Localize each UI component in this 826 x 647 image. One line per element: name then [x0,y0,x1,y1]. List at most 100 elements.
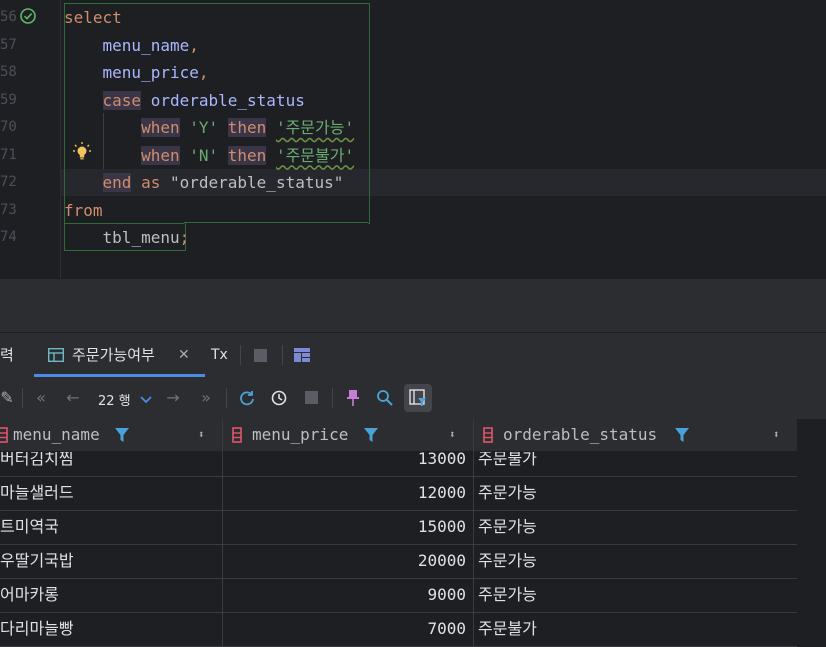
sort-icon[interactable]: ⬍ [773,419,780,451]
code-token: end [102,173,132,192]
check-circle-icon[interactable] [19,7,37,25]
code-line[interactable]: menu_price, [64,59,209,87]
line-number: 73 [0,201,17,218]
code-token: 'N' [189,145,219,165]
table-cell-menu-name[interactable]: 트미역국 [0,510,218,544]
table-cell-orderable-status[interactable]: 주문가능 [478,544,794,578]
code-line[interactable]: select [64,4,122,32]
code-token: 'Y' [189,118,219,137]
column-header-menu-price[interactable]: menu_price ⬍ [222,419,473,451]
table-row[interactable]: 마늘샐러드 12000 주문가능 [0,476,797,511]
grid-empty-area [797,419,826,647]
table-cell-menu-price[interactable]: 9000 [222,578,466,612]
edit-icon[interactable]: ✎ [0,385,20,411]
stop-icon[interactable] [254,349,267,362]
table-cell-menu-name[interactable]: 다리마늘빵 [0,612,218,646]
column-header-menu-name[interactable]: menu_name ⬍ [0,419,222,451]
table-cell-orderable-status[interactable]: 주문가능 [478,476,794,510]
search-icon[interactable] [376,389,394,407]
sql-editor[interactable]: 56 57 58 59 70 71 72 73 74 select menu_name, men… [0,0,826,278]
table-cell-menu-price[interactable]: 20000 [222,544,466,578]
line-number: 70 [0,119,17,135]
close-icon[interactable]: ✕ [178,333,190,377]
filter-icon[interactable] [364,428,378,442]
table-cell-menu-name[interactable]: 우딸기국밥 [0,544,218,578]
column-separator[interactable] [222,419,223,647]
pin-icon[interactable] [346,389,360,407]
filter-icon[interactable] [115,428,129,442]
code-token: , [189,35,199,55]
refresh-icon[interactable] [238,389,256,407]
table-row[interactable]: 어마카롱 9000 주문가능 [0,578,797,613]
column-header-label: menu_name [13,425,100,444]
code-line[interactable]: menu_name, [64,32,199,60]
result-grid[interactable]: 버터김치찜 13000 주문불가 마늘샐러드 12000 주문가능 트미역국 15000 주문가… [0,419,826,647]
table-cell-menu-name[interactable]: 마늘샐러드 [0,476,218,510]
tx-button[interactable]: Tx [211,333,228,377]
code-token: '주문불가' [275,145,355,165]
code-token: "orderable_status" [160,173,344,192]
table-cell-orderable-status[interactable]: 주문가능 [478,578,794,612]
table-row[interactable]: 트미역국 15000 주문가능 [0,510,797,545]
code-line[interactable]: end as "orderable_status" [64,169,343,197]
panel-splitter[interactable] [0,278,826,333]
last-page-icon[interactable]: » [193,385,219,411]
line-number: 57 [0,36,17,53]
table-row[interactable]: 우딸기국밥 20000 주문가능 [0,544,797,579]
code-token: menu_price [102,63,199,82]
line-number: 59 [0,91,17,108]
column-header-orderable-status[interactable]: orderable_status ⬍ [473,419,797,451]
code-line[interactable]: tbl_menu; [64,224,190,252]
code-line[interactable]: when 'Y' then '주문가능' [64,114,354,142]
table-row[interactable]: 다리마늘빵 7000 주문불가 [0,612,797,647]
code-token: tbl_menu [102,228,180,247]
toolbar-separator [22,388,23,408]
first-page-icon[interactable]: « [28,385,54,411]
rows-count[interactable]: 22 행 [98,390,131,409]
chevron-down-icon[interactable] [140,396,152,404]
table-cell-menu-price[interactable]: 15000 [222,510,466,544]
tab-output[interactable]: 력 [0,333,14,377]
history-icon[interactable] [270,389,288,407]
tab-separator [240,345,241,365]
results-toolbar: ✎ « ← 22 행 → » [0,377,826,419]
column-header-label: orderable_status [503,425,658,444]
code-token: when [141,145,180,165]
sort-icon[interactable]: ⬍ [198,419,205,451]
code-token: then [227,145,267,165]
layout-icon[interactable] [294,348,310,362]
code-line[interactable]: case orderable_status [64,87,305,115]
filter-toggle-button[interactable] [404,384,432,412]
code-line[interactable]: when 'N' then '주문불가' [64,142,354,170]
next-page-icon[interactable]: → [160,385,186,411]
line-number: 71 [0,146,17,163]
code-token: orderable_status [150,90,305,110]
table-cell-orderable-status[interactable]: 주문가능 [478,510,794,544]
column-separator[interactable] [473,419,474,647]
code-line[interactable]: from [64,197,103,225]
stop-query-icon[interactable] [305,391,318,404]
column-header-label: menu_price [252,425,349,444]
results-tab-bar: 력 주문가능여부 ✕ Tx [0,332,826,378]
table-cell-menu-name[interactable]: 어마카롱 [0,578,218,612]
prev-page-icon[interactable]: ← [60,385,86,411]
line-number: 58 [0,64,17,80]
tab-separator [282,345,283,365]
sort-icon[interactable]: ⬍ [449,419,456,451]
table-cell-orderable-status[interactable]: 주문불가 [478,612,794,646]
table-cell-menu-price[interactable]: 7000 [222,612,466,646]
line-number: 72 [0,174,17,190]
filter-icon[interactable] [675,428,689,442]
table-icon [48,348,64,362]
table-cell-menu-price[interactable]: 12000 [222,476,466,510]
grid-header: menu_name ⬍ menu_price ⬍ orderable_status ⬍ [0,419,797,452]
